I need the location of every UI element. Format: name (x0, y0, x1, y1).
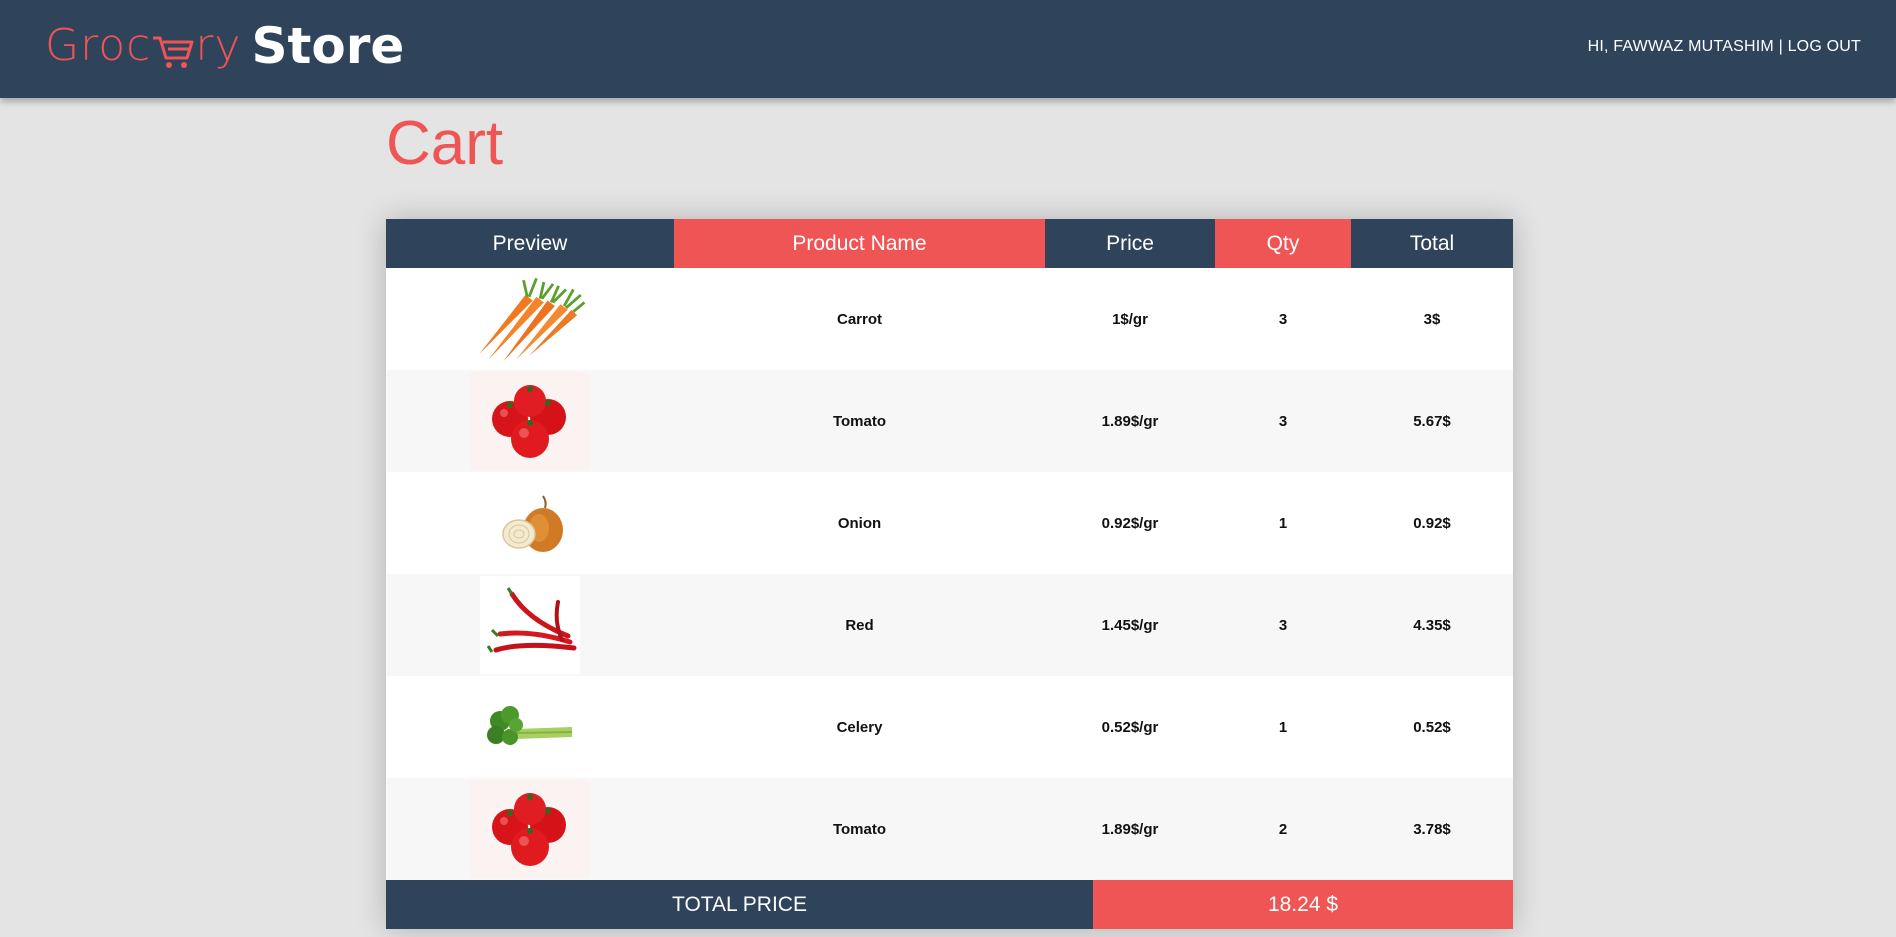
total-cell: 4.35$ (1413, 616, 1451, 634)
total-cell: 3$ (1423, 310, 1441, 328)
table-footer-row: TOTAL PRICE 18.24 $ (386, 880, 1513, 929)
product-name-cell: Carrot (836, 310, 882, 328)
price-cell: 1.89$/gr (1101, 412, 1159, 430)
price-cell: 0.92$/gr (1101, 514, 1159, 532)
total-price-label: TOTAL PRICE (386, 880, 1093, 929)
table-row: Tomato 1.89$/gr 3 5.67$ (386, 370, 1513, 472)
column-header-price: Price (1045, 219, 1215, 268)
user-bar: HI, FAWWAZ MUTASHIM | LOG OUT (1588, 38, 1861, 56)
price-cell: 1.45$/gr (1101, 616, 1159, 634)
table-row: Carrot 1$/gr 3 3$ (386, 268, 1513, 370)
preview-cell (386, 574, 674, 676)
user-greeting: HI, FAWWAZ MUTASHIM (1587, 38, 1774, 55)
product-name-cell: Tomato (832, 820, 887, 838)
grocery-store-logo[interactable]: Groc ry Store (45, 18, 404, 74)
onion-image (470, 474, 590, 572)
product-name-cell: Onion (837, 514, 882, 532)
table-header-row: Preview Product Name Price Qty Total (386, 219, 1513, 268)
column-header-total: Total (1351, 219, 1513, 268)
qty-cell: 1 (1278, 718, 1288, 736)
total-price-value: 18.24 $ (1093, 880, 1513, 929)
table-row: Tomato 1.89$/gr 2 3.78$ (386, 778, 1513, 880)
tomato-image (470, 780, 590, 878)
table-row: Onion 0.92$/gr 1 0.92$ (386, 472, 1513, 574)
price-cell: 1$/gr (1112, 310, 1148, 328)
qty-cell: 3 (1278, 412, 1288, 430)
price-cell: 0.52$/gr (1101, 718, 1159, 736)
product-name-cell: Tomato (832, 412, 887, 430)
column-header-preview: Preview (386, 219, 674, 268)
product-name-cell: Celery (836, 718, 883, 736)
column-header-product-name: Product Name (674, 219, 1045, 268)
user-bar-separator: | (1778, 38, 1783, 55)
celery-image (470, 678, 590, 776)
column-header-qty: Qty (1215, 219, 1351, 268)
cart-table: Preview Product Name Price Qty Total Car… (386, 219, 1513, 929)
total-cell: 3.78$ (1413, 820, 1451, 838)
qty-cell: 3 (1278, 616, 1288, 634)
page-title: Cart (386, 109, 504, 178)
logo-store-text: Store (251, 17, 405, 75)
total-cell: 0.92$ (1413, 514, 1451, 532)
total-cell: 5.67$ (1413, 412, 1451, 430)
logout-link[interactable]: LOG OUT (1788, 38, 1861, 55)
logo-grocery-text: Groc ry (45, 18, 241, 74)
total-cell: 0.52$ (1413, 718, 1451, 736)
preview-cell (386, 472, 674, 574)
logo-text-part2: ry (195, 20, 242, 71)
top-navbar: Groc ry Store HI, FAWWAZ MUTASHIM | LOG … (0, 0, 1896, 98)
product-name-cell: Red (845, 616, 874, 634)
red-pepper-image (480, 576, 580, 674)
table-row: Red 1.45$/gr 3 4.35$ (386, 574, 1513, 676)
tomato-image (470, 372, 590, 470)
preview-cell (386, 676, 674, 778)
price-cell: 1.89$/gr (1101, 820, 1159, 838)
preview-cell (386, 268, 674, 370)
shopping-cart-icon (151, 30, 195, 70)
preview-cell (386, 370, 674, 472)
table-row: Celery 0.52$/gr 1 0.52$ (386, 676, 1513, 778)
preview-cell (386, 778, 674, 880)
qty-cell: 2 (1278, 820, 1288, 838)
carrot-image (470, 270, 590, 368)
logo-text-part1: Groc (45, 20, 152, 71)
qty-cell: 1 (1278, 514, 1288, 532)
qty-cell: 3 (1278, 310, 1288, 328)
